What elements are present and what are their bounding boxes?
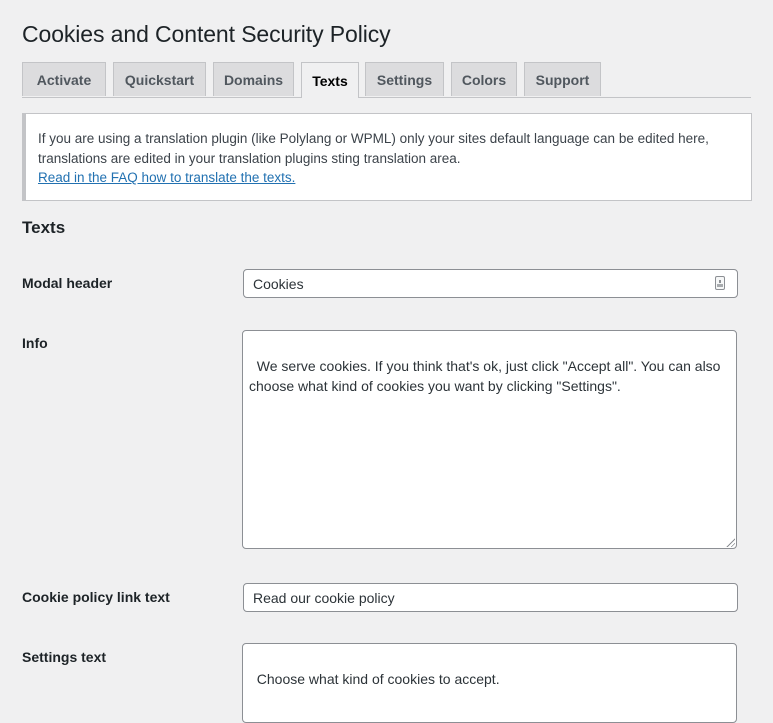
tab-activate[interactable]: Activate <box>22 62 106 96</box>
settings-text-textarea[interactable]: Choose what kind of cookies to accept. <box>242 643 737 723</box>
modal-header-label: Modal header <box>22 275 113 291</box>
modal-header-input[interactable]: Cookies <box>243 269 738 298</box>
section-title: Texts <box>22 218 66 237</box>
cookie-policy-link-text-input[interactable]: Read our cookie policy <box>243 583 738 612</box>
tab-support[interactable]: Support <box>524 62 601 96</box>
faq-translate-link[interactable]: Read in the FAQ how to translate the tex… <box>38 170 295 185</box>
info-value: We serve cookies. If you think that's ok… <box>249 358 725 394</box>
modal-header-value: Cookies <box>253 275 304 292</box>
resize-handle-icon[interactable] <box>725 537 735 547</box>
translation-notice: If you are using a translation plugin (l… <box>22 113 752 201</box>
cookie-policy-link-text-label: Cookie policy link text <box>22 589 170 605</box>
notice-line-2: translations are edited in your translat… <box>38 150 461 166</box>
tab-bar: Activate Quickstart Domains Texts Settin… <box>22 62 751 98</box>
tab-texts[interactable]: Texts <box>301 62 359 98</box>
settings-text-label: Settings text <box>22 649 107 665</box>
tab-colors[interactable]: Colors <box>451 62 517 96</box>
tab-domains[interactable]: Domains <box>213 62 294 96</box>
cookie-policy-link-text-value: Read our cookie policy <box>253 589 395 606</box>
settings-text-value: Choose what kind of cookies to accept. <box>256 671 500 687</box>
notice-line-1: If you are using a translation plugin (l… <box>38 131 709 146</box>
info-label: Info <box>22 335 48 351</box>
page-title: Cookies and Content Security Policy <box>22 21 391 47</box>
password-manager-icon[interactable] <box>715 276 725 290</box>
info-textarea[interactable]: We serve cookies. If you think that's ok… <box>242 330 737 549</box>
tab-settings[interactable]: Settings <box>365 62 444 96</box>
tab-quickstart[interactable]: Quickstart <box>113 62 206 96</box>
